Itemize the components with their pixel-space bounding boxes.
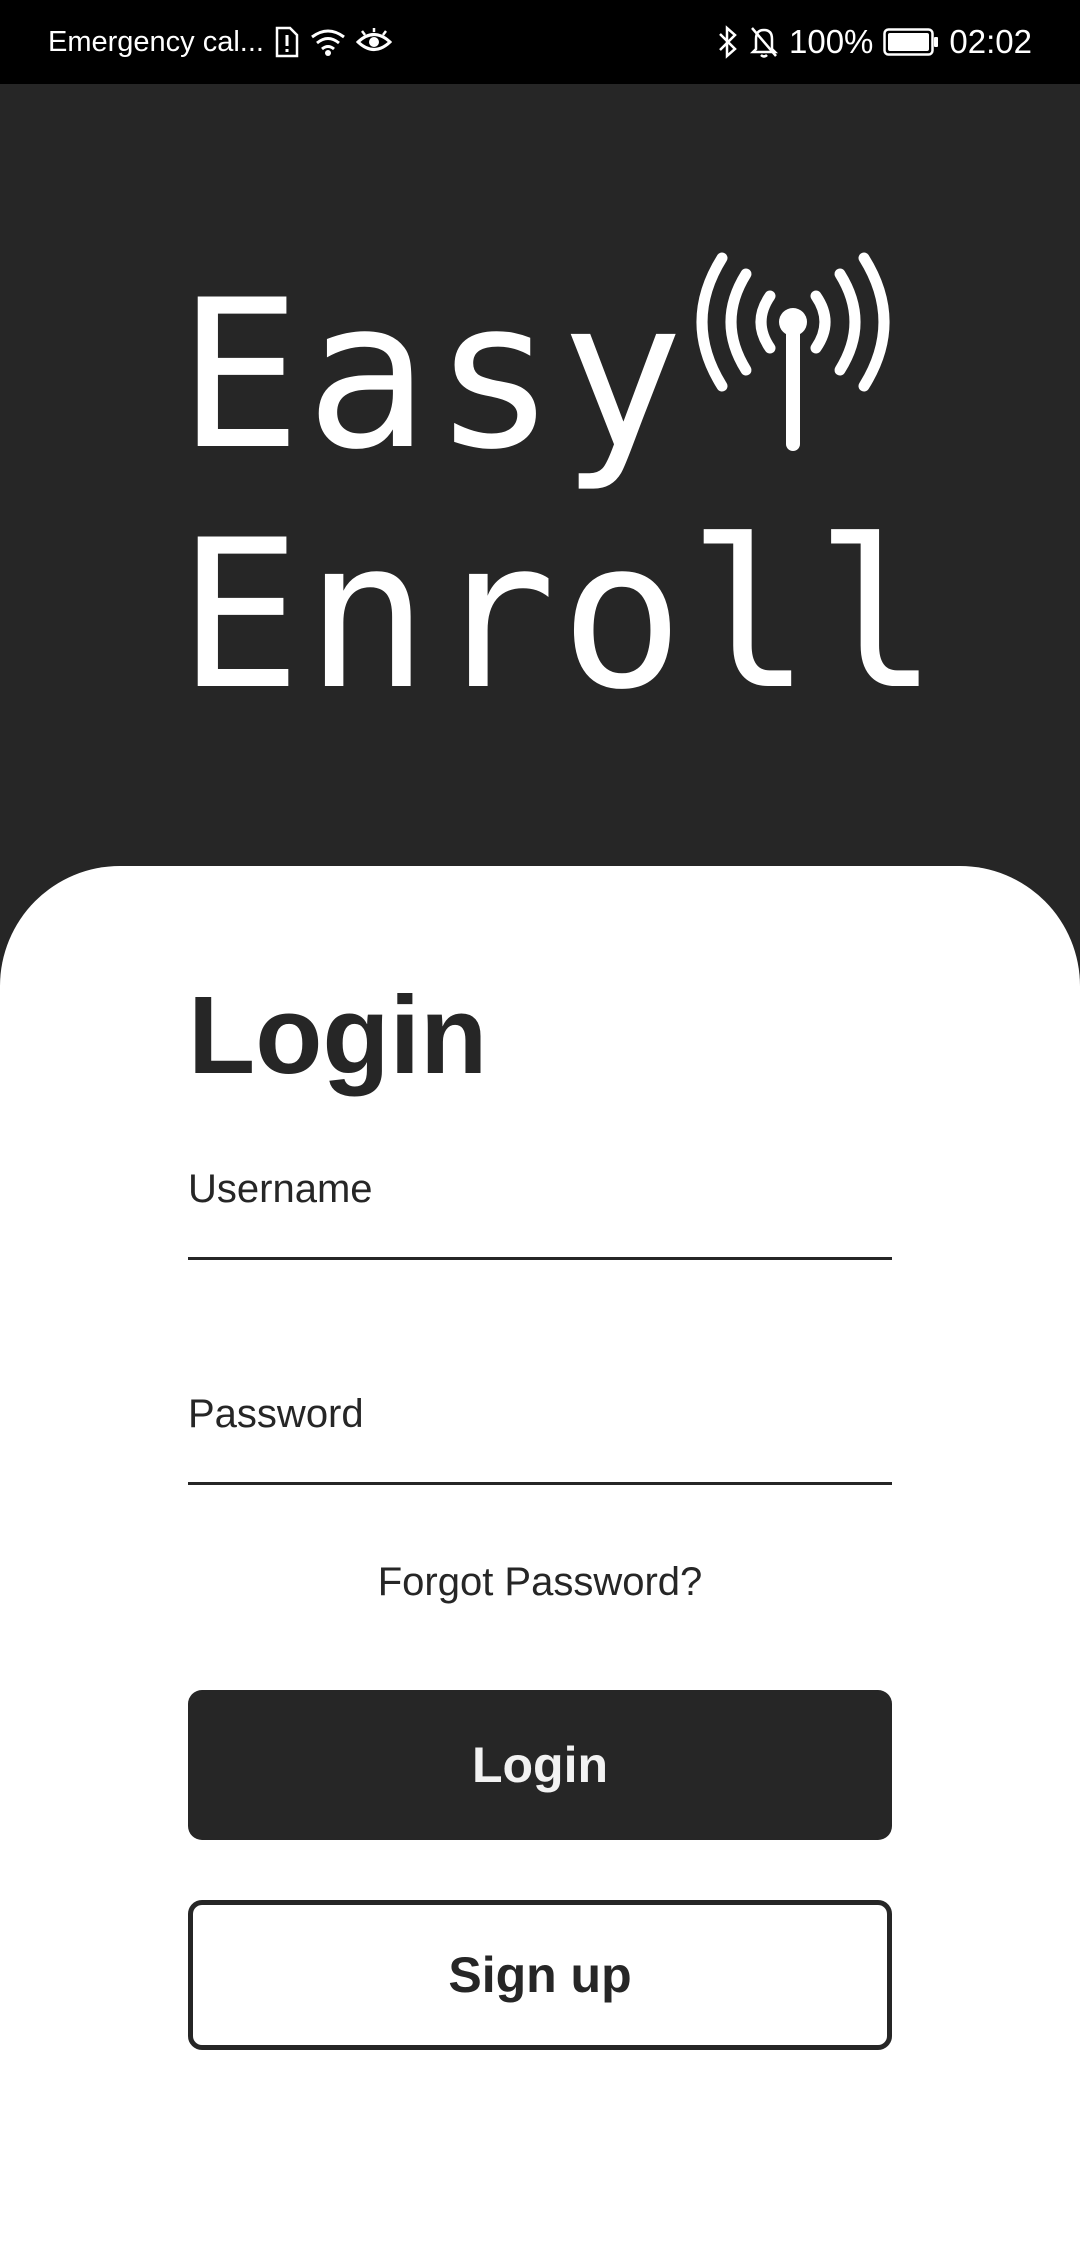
sim-alert-icon bbox=[274, 26, 300, 58]
bell-off-icon bbox=[749, 25, 779, 59]
clock: 02:02 bbox=[949, 23, 1032, 60]
app-header: Easy Enroll bbox=[0, 84, 1080, 884]
status-bar: Emergency cal... 100% 02:02 bbox=[0, 0, 1080, 84]
wifi-icon bbox=[310, 27, 346, 57]
bluetooth-icon bbox=[717, 25, 739, 59]
status-right: 100% 02:02 bbox=[717, 0, 1032, 84]
antenna-icon bbox=[696, 252, 890, 451]
login-card: Login Forgot Password? Login Sign up bbox=[0, 866, 1080, 2244]
password-field[interactable] bbox=[188, 1381, 892, 1485]
username-field[interactable] bbox=[188, 1156, 892, 1260]
battery-percent: 100% bbox=[789, 23, 874, 60]
login-title: Login bbox=[188, 974, 488, 1097]
signup-button[interactable]: Sign up bbox=[188, 1900, 892, 2050]
forgot-password-link[interactable]: Forgot Password? bbox=[188, 1560, 892, 1605]
status-left: Emergency cal... bbox=[48, 0, 392, 84]
battery-icon bbox=[883, 27, 939, 57]
carrier-text: Emergency cal... bbox=[48, 25, 264, 58]
password-input[interactable] bbox=[188, 1381, 892, 1482]
eye-icon bbox=[355, 27, 392, 57]
logo-text-enroll: Enroll bbox=[178, 497, 943, 735]
login-button[interactable]: Login bbox=[188, 1690, 892, 1840]
username-input[interactable] bbox=[188, 1156, 892, 1257]
